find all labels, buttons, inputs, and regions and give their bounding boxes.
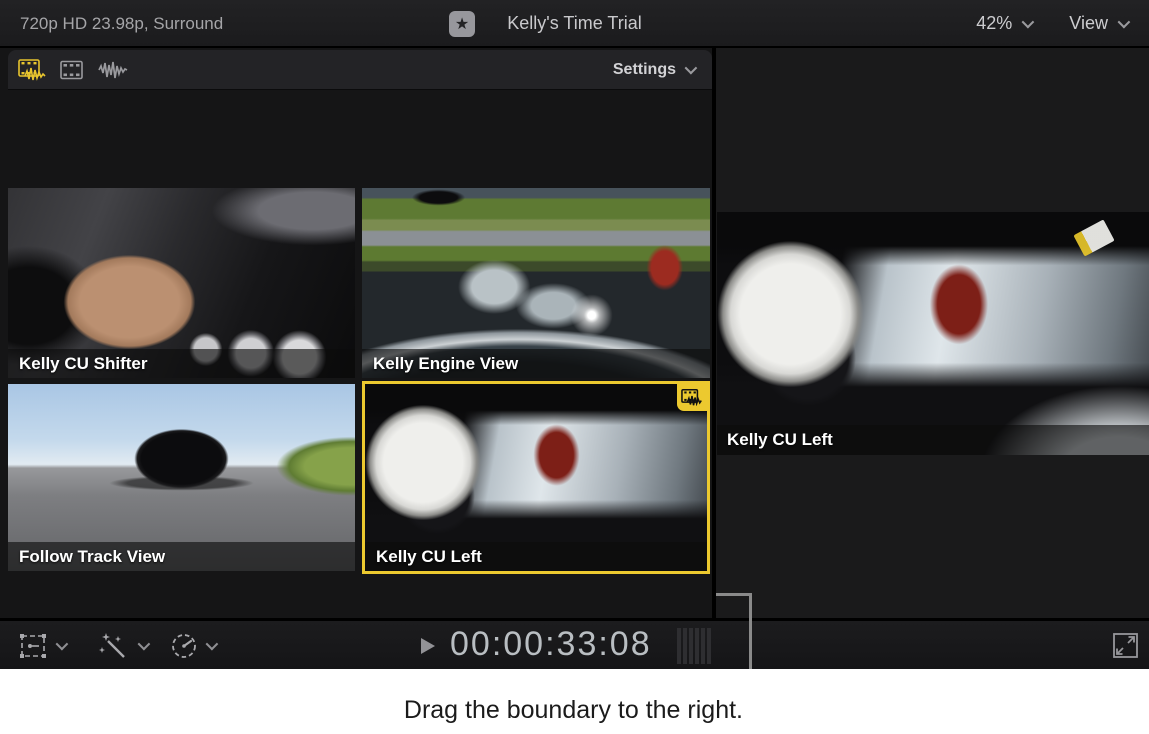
magic-wand-icon bbox=[98, 631, 130, 661]
callout-line-horizontal bbox=[716, 593, 752, 596]
viewer-video-kelly-cu-left: Kelly CU Left bbox=[717, 212, 1149, 455]
caption-text: Drag the boundary to the right. bbox=[404, 696, 743, 725]
timecode-display[interactable]: 00:00:33:08 bbox=[450, 625, 652, 664]
angle-viewer-panel: Settings Kelly CU Shifter Kelly Engine V… bbox=[0, 48, 712, 618]
star-badge-icon: ★ bbox=[449, 11, 475, 37]
retime-tool-button[interactable] bbox=[170, 621, 215, 670]
settings-label: Settings bbox=[613, 61, 676, 79]
viewer-angle-label-bar: Kelly CU Left bbox=[717, 425, 1149, 455]
zoom-level-value[interactable]: 42% bbox=[976, 13, 1012, 34]
angle-label: Kelly CU Left bbox=[376, 547, 482, 567]
angle-label: Kelly CU Shifter bbox=[19, 354, 147, 374]
title-bar: 720p HD 23.98p, Surround Kelly's Time Tr… bbox=[0, 0, 1149, 47]
main-viewer-panel: Kelly CU Left bbox=[716, 48, 1149, 618]
angle-label: Kelly Engine View bbox=[373, 354, 518, 374]
angle-thumbnail-kelly-engine-view[interactable]: Kelly Engine View bbox=[362, 188, 710, 378]
caption-area: Drag the boundary to the right. bbox=[0, 669, 1149, 734]
settings-menu-button[interactable]: Settings bbox=[613, 61, 694, 79]
speedometer-icon bbox=[170, 632, 198, 660]
audio-meters[interactable] bbox=[677, 628, 711, 664]
transform-icon bbox=[18, 632, 48, 660]
angle-thumbnail-kelly-cu-left[interactable]: Kelly CU Left bbox=[365, 384, 707, 571]
angle-thumbnail-follow-track-view[interactable]: Follow Track View bbox=[8, 384, 355, 571]
video-audio-switch-icon[interactable] bbox=[18, 59, 46, 81]
transport-bar: 00:00:33:08 bbox=[0, 620, 1149, 669]
chevron-down-icon bbox=[56, 638, 69, 651]
transform-tool-button[interactable] bbox=[18, 621, 65, 670]
angle-thumbnail-kelly-cu-shifter[interactable]: Kelly CU Shifter bbox=[8, 188, 355, 378]
screenshot-stage: 720p HD 23.98p, Surround Kelly's Time Tr… bbox=[0, 0, 1149, 734]
video-audio-switch-badge-icon bbox=[677, 384, 707, 411]
chevron-down-icon bbox=[138, 638, 151, 651]
viewer-angle-label: Kelly CU Left bbox=[727, 430, 833, 450]
fcp-window: 720p HD 23.98p, Surround Kelly's Time Tr… bbox=[0, 0, 1149, 669]
audio-switch-icon[interactable] bbox=[98, 60, 128, 80]
play-button[interactable] bbox=[420, 637, 436, 655]
angle-label-bar: Kelly CU Shifter bbox=[8, 349, 355, 378]
angle-label-bar: Kelly Engine View bbox=[362, 349, 710, 378]
angle-label-bar: Follow Track View bbox=[8, 542, 355, 571]
chevron-down-icon bbox=[206, 638, 219, 651]
video-switch-icon[interactable] bbox=[60, 60, 84, 80]
angle-label: Follow Track View bbox=[19, 547, 165, 567]
expand-icon[interactable] bbox=[1112, 632, 1139, 659]
enhancements-tool-button[interactable] bbox=[98, 621, 147, 670]
angle-label-bar: Kelly CU Left bbox=[365, 542, 707, 571]
chevron-down-icon[interactable] bbox=[1022, 16, 1035, 29]
chevron-down-icon bbox=[685, 62, 698, 75]
angle-grid: Kelly CU Shifter Kelly Engine View Follo… bbox=[0, 90, 712, 625]
angle-viewer-toolbar: Settings bbox=[8, 50, 712, 90]
view-menu-button[interactable]: View bbox=[1069, 13, 1108, 34]
